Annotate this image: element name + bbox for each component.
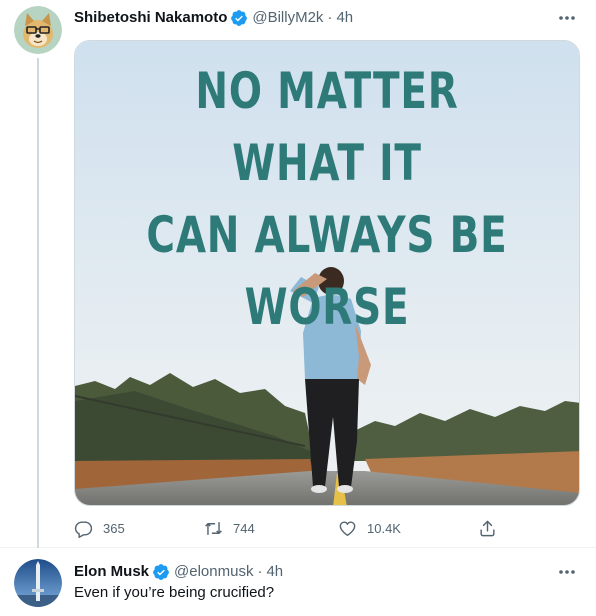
- tweet-text: Even if you’re being crucified?: [74, 584, 275, 601]
- verified-badge-icon: [152, 563, 170, 581]
- more-options-button[interactable]: [556, 562, 578, 582]
- tweet[interactable]: Shibetoshi Nakamoto @BillyM2k · 4h NO MA…: [0, 0, 596, 548]
- verified-badge-icon: [230, 9, 248, 27]
- doge-avatar-icon: [14, 6, 62, 54]
- more-horizontal-icon: [559, 16, 575, 20]
- author-handle[interactable]: @elonmusk: [174, 562, 253, 582]
- meme-caption-line: CAN ALWAYS BE: [146, 206, 508, 264]
- author-name[interactable]: Elon Musk: [74, 562, 149, 582]
- tweet-header: Shibetoshi Nakamoto @BillyM2k · 4h: [74, 8, 353, 28]
- tweet[interactable]: Elon Musk @elonmusk · 4h Even if you’re …: [0, 548, 596, 616]
- reply-count: 365: [103, 520, 125, 536]
- heart-icon: [339, 520, 356, 536]
- author-handle[interactable]: @BillyM2k: [252, 8, 323, 28]
- rocket-avatar-icon: [14, 559, 62, 607]
- timestamp[interactable]: 4h: [266, 562, 283, 582]
- share-button[interactable]: [478, 516, 507, 540]
- tweet-actions: 365 744 10.4K: [74, 516, 514, 540]
- more-horizontal-icon: [559, 570, 575, 574]
- meme-caption: NO MATTER WHAT IT CAN ALWAYS BE WORSE: [130, 55, 523, 343]
- separator-dot: ·: [327, 9, 333, 26]
- retweet-count: 744: [233, 520, 255, 536]
- retweet-icon: [205, 521, 222, 535]
- more-options-button[interactable]: [556, 8, 578, 28]
- avatar[interactable]: [14, 6, 62, 54]
- tweet-header: Elon Musk @elonmusk · 4h: [74, 562, 283, 582]
- timestamp[interactable]: 4h: [336, 8, 353, 28]
- separator-dot: ·: [257, 563, 263, 580]
- meme-caption-line: NO MATTER WHAT IT: [195, 62, 459, 192]
- meme-caption-line: WORSE: [244, 278, 410, 336]
- avatar[interactable]: [14, 559, 62, 607]
- thread-connector-line: [37, 58, 39, 548]
- like-count: 10.4K: [367, 520, 401, 536]
- reply-button[interactable]: 365: [74, 516, 125, 540]
- tweet-media-image[interactable]: NO MATTER WHAT IT CAN ALWAYS BE WORSE: [74, 40, 580, 506]
- like-button[interactable]: 10.4K: [338, 516, 401, 540]
- retweet-button[interactable]: 744: [204, 516, 255, 540]
- author-name[interactable]: Shibetoshi Nakamoto: [74, 8, 227, 28]
- share-icon: [480, 520, 495, 536]
- reply-icon: [74, 520, 93, 538]
